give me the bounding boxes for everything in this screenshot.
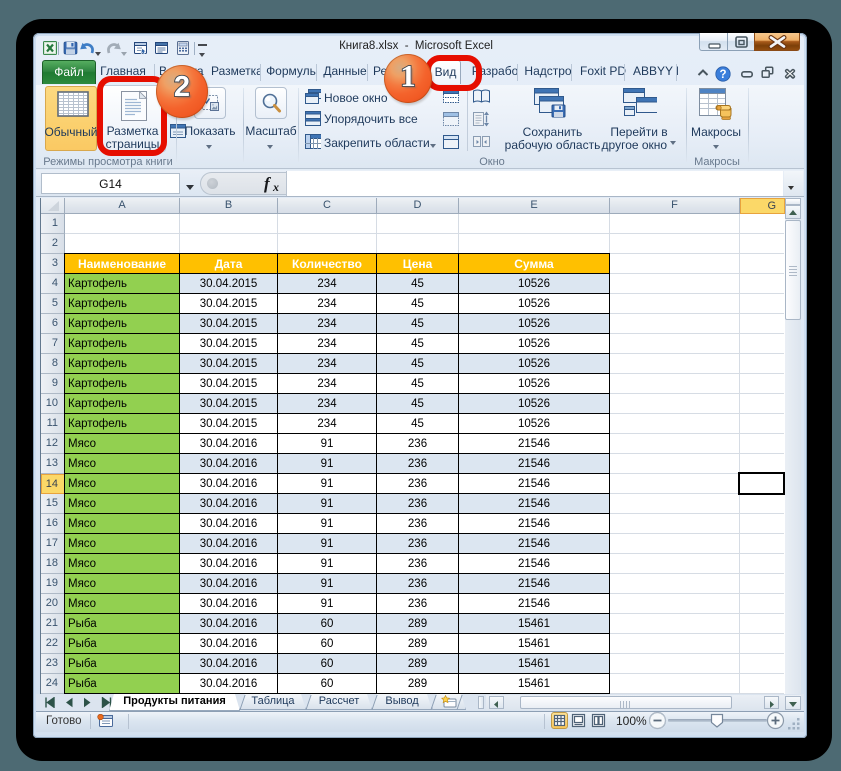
svg-text:?: ? [719, 69, 726, 81]
svg-text:x: x [272, 180, 279, 193]
svg-text:f: f [264, 174, 272, 193]
